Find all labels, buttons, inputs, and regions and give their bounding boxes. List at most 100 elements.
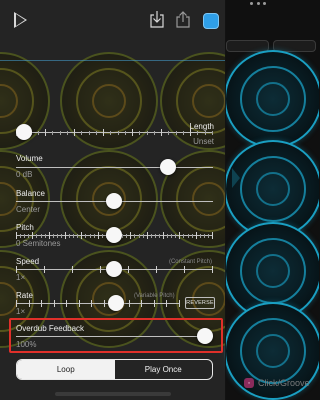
reverse-button[interactable]: REVERSE <box>185 297 215 309</box>
rate-note: (Variable Pitch) <box>134 293 175 299</box>
color-swatch-button[interactable] <box>203 13 219 29</box>
slider-tick <box>168 130 170 135</box>
length-slider-thumb[interactable] <box>16 124 32 140</box>
share-icon[interactable] <box>176 11 190 28</box>
slider-tick <box>93 233 95 238</box>
loop-segment[interactable]: Loop <box>17 360 115 379</box>
slider-tick <box>212 232 213 239</box>
slider-tick <box>89 233 91 238</box>
slider-tick <box>146 232 148 239</box>
slider-tick <box>153 300 155 307</box>
slider-tick <box>150 233 152 238</box>
speed-label: Speed <box>16 257 40 266</box>
slider-tick <box>101 233 103 238</box>
slider-tick <box>132 129 134 136</box>
slider-tick <box>126 233 128 238</box>
slider-tick <box>128 300 130 307</box>
play-icon[interactable] <box>14 12 27 28</box>
speed-note: (Constant Pitch) <box>168 259 212 265</box>
rate-slider-thumb[interactable] <box>108 295 124 311</box>
slider-tick <box>41 300 43 307</box>
slider-tick <box>73 233 75 238</box>
overdub-value: 100% <box>16 340 37 349</box>
overdub-track[interactable] <box>16 336 213 337</box>
balance-value: Center <box>16 205 41 214</box>
slider-tick <box>40 233 42 238</box>
length-ticks <box>16 129 213 136</box>
slider-tick <box>156 266 157 273</box>
slider-tick <box>37 130 39 135</box>
slider-tick <box>16 232 17 239</box>
slider-tick <box>56 233 58 238</box>
slider-tick <box>191 233 193 238</box>
playback-mode-segmented-control: Loop Play Once <box>16 359 213 380</box>
length-value: Unset <box>193 137 214 146</box>
slider-tick <box>44 233 46 238</box>
slider-tick <box>81 232 83 239</box>
slider-tick <box>65 232 66 239</box>
slider-tick <box>44 266 45 273</box>
slider-tick <box>130 232 132 239</box>
slider-tick <box>66 130 68 135</box>
groove-icon: ◦ <box>244 378 254 388</box>
slider-tick <box>78 300 80 307</box>
slider-tick <box>95 130 97 135</box>
slider-tick <box>53 300 55 307</box>
slider-tick <box>60 233 62 238</box>
pitch-value: 0 Semitones <box>16 239 61 248</box>
slider-tick <box>179 232 181 239</box>
background-footer: ◦ Click/Groove <box>244 378 310 388</box>
speed-slider-thumb[interactable] <box>106 261 122 277</box>
slider-tick <box>195 232 197 239</box>
rate-label: Rate <box>16 291 33 300</box>
slider-tick <box>36 233 38 238</box>
slider-tick <box>103 300 105 307</box>
panel-toolbar <box>0 0 225 42</box>
volume-value: 0 dB <box>16 170 33 179</box>
slider-tick <box>212 266 213 273</box>
overdub-label: Overdub Feedback <box>16 324 85 333</box>
pitch-label: Pitch <box>16 223 34 232</box>
slider-tick <box>32 232 34 239</box>
slider-tick <box>72 266 73 273</box>
slider-tick <box>52 130 54 135</box>
slider-tick <box>81 130 83 135</box>
slider-tick <box>110 130 112 135</box>
slider-tick <box>59 130 61 135</box>
slider-tick <box>88 130 90 135</box>
slider-tick <box>171 233 173 238</box>
slider-tick <box>103 129 105 136</box>
overdub-slider-thumb[interactable] <box>197 328 213 344</box>
slider-tick <box>16 300 17 307</box>
slider-tick <box>190 129 192 136</box>
slider-tick <box>197 130 199 135</box>
slider-tick <box>175 233 177 238</box>
more-dots-icon[interactable] <box>250 2 266 6</box>
slider-tick <box>45 129 47 136</box>
slider-tick <box>69 233 71 238</box>
slider-tick <box>161 129 163 136</box>
slider-tick <box>124 130 126 135</box>
download-icon[interactable] <box>150 11 164 28</box>
background-pad[interactable] <box>224 50 319 148</box>
slider-tick <box>166 300 168 307</box>
volume-track[interactable] <box>16 167 213 168</box>
slider-tick <box>182 130 184 135</box>
play-once-segment[interactable]: Play Once <box>115 360 213 379</box>
slider-tick <box>175 130 177 135</box>
pitch-slider-thumb[interactable] <box>106 227 122 243</box>
slider-tick <box>207 233 209 238</box>
slider-tick <box>97 232 99 239</box>
slider-tick <box>28 233 30 238</box>
slider-tick <box>212 130 213 135</box>
slider-tick <box>24 233 26 238</box>
balance-slider-thumb[interactable] <box>106 193 122 209</box>
volume-slider-thumb[interactable] <box>160 159 176 175</box>
slider-tick <box>183 233 185 238</box>
slider-tick <box>141 300 143 307</box>
slider-tick <box>146 130 148 135</box>
slider-tick <box>138 233 140 238</box>
slider-tick <box>122 233 124 238</box>
slider-tick <box>66 300 68 307</box>
slider-tick <box>77 233 79 238</box>
